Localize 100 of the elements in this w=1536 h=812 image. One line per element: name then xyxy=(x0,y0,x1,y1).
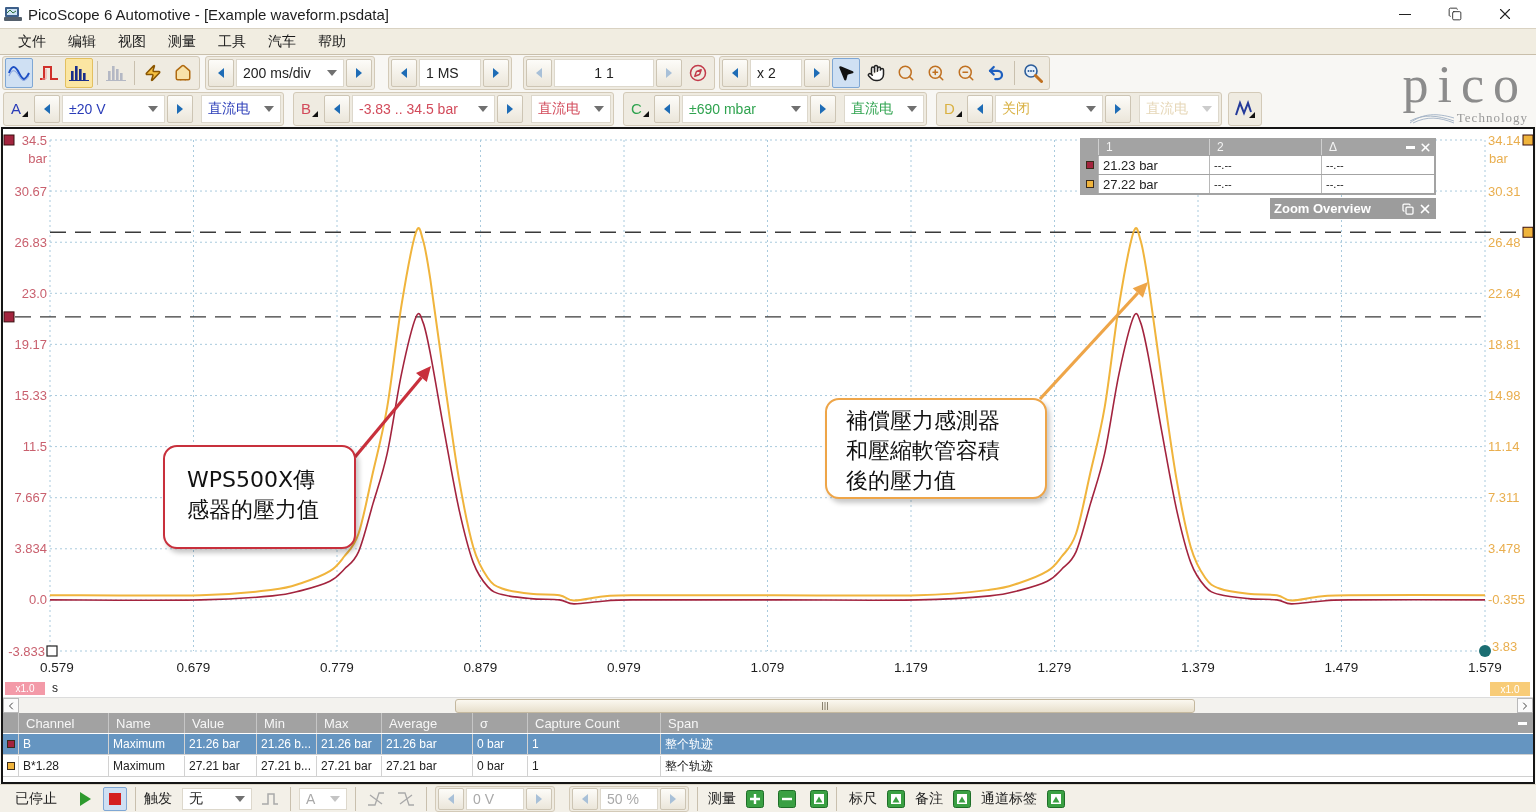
next-button[interactable] xyxy=(346,59,372,87)
axis-label: 0.779 xyxy=(320,660,354,675)
sine-wave-icon xyxy=(8,65,30,81)
close-icon xyxy=(1419,140,1432,154)
table-cell: 21.26 bar xyxy=(381,734,472,754)
trigger-marker-icon[interactable] xyxy=(46,645,58,657)
coupling-dropdown[interactable]: 直流电 xyxy=(201,95,281,123)
edit-button[interactable] xyxy=(810,789,828,808)
axis-label: 23.0 xyxy=(21,285,47,301)
panel-icon xyxy=(887,789,905,808)
previous-button[interactable] xyxy=(967,95,993,123)
restore-button[interactable] xyxy=(1402,202,1414,215)
table-cell: 27.21 bar xyxy=(184,756,256,776)
swoosh-lines-icon xyxy=(1408,112,1455,124)
offset-marker-icon[interactable] xyxy=(3,134,15,146)
buffer-field[interactable]: 1 1 xyxy=(554,59,654,87)
scrollbar-thumb[interactable] xyxy=(455,698,1195,713)
previous-button[interactable] xyxy=(34,95,60,123)
previous-button[interactable] xyxy=(654,95,680,123)
table-cell: 21.26 b... xyxy=(256,734,316,754)
view-mode-button[interactable] xyxy=(65,58,93,88)
column-header: Capture Count xyxy=(527,713,660,733)
next-button[interactable] xyxy=(167,95,193,123)
ruler-marker-icon[interactable] xyxy=(3,311,15,323)
left-triangle-icon xyxy=(448,793,454,804)
next-button[interactable] xyxy=(804,59,830,87)
stop-button[interactable] xyxy=(103,786,127,811)
compass-icon xyxy=(689,64,707,82)
axis-label: 19.17 xyxy=(14,336,47,352)
axis-label: 34.14 xyxy=(1488,132,1521,148)
menu-item[interactable]: 帮助 xyxy=(307,29,357,54)
minimize-button[interactable] xyxy=(1517,721,1527,725)
axis-label: 0.679 xyxy=(176,660,211,675)
remove-button[interactable] xyxy=(778,789,796,808)
range-dropdown[interactable]: ±20 V xyxy=(62,95,165,123)
zoom-in-icon xyxy=(927,64,945,82)
previous-button[interactable] xyxy=(722,59,748,87)
add-button[interactable] xyxy=(746,789,764,808)
callout-note: WPS500X傳感器的壓力值 xyxy=(163,445,356,549)
edit-button[interactable] xyxy=(1047,789,1065,808)
toolbar-label: 通道标签 xyxy=(981,789,1037,808)
axis-label: -3.833 xyxy=(8,643,45,659)
edit-button[interactable] xyxy=(953,789,971,808)
menu-item[interactable]: 视图 xyxy=(107,29,157,54)
axis-unit: bar xyxy=(28,151,47,166)
left-triangle-icon xyxy=(401,68,407,78)
panel-title: Zoom Overview xyxy=(1274,201,1372,216)
menu-item[interactable]: 文件 xyxy=(7,29,57,54)
dropdown-caret-icon xyxy=(1086,106,1096,112)
axis-label: 0.979 xyxy=(607,660,641,675)
range-dropdown[interactable]: -3.83 .. 34.5 bar xyxy=(352,95,495,123)
right-triangle-icon xyxy=(820,104,826,114)
menu-item[interactable]: 测量 xyxy=(157,29,207,54)
axis-label: 30.67 xyxy=(14,183,47,199)
logo-tagline: Technology xyxy=(1456,111,1528,125)
zigzag-icon xyxy=(1235,100,1255,118)
zoom-factor-label: x1.0 xyxy=(1490,682,1530,696)
table-cell: 21.23 bar xyxy=(1098,156,1209,174)
channel-button[interactable]: B xyxy=(296,95,322,123)
menu-item[interactable]: 编辑 xyxy=(57,29,107,54)
scroll-left-button[interactable] xyxy=(3,698,19,713)
view-mode-button[interactable] xyxy=(5,58,33,88)
menu-item[interactable]: 工具 xyxy=(207,29,257,54)
samples-field[interactable]: 1 MS xyxy=(419,59,481,87)
trigger-label: 触发 xyxy=(144,789,172,808)
toolbar-label: 测量 xyxy=(708,789,736,808)
tool-button[interactable] xyxy=(832,58,860,88)
logo-wordmark: pico xyxy=(1402,57,1528,113)
restore-icon xyxy=(1402,202,1414,215)
timebase-dropdown[interactable]: 200 ms/div xyxy=(236,59,344,87)
offset-marker-icon[interactable] xyxy=(1522,134,1533,146)
zoom-field[interactable]: x 2 xyxy=(750,59,802,87)
next-button[interactable] xyxy=(1105,95,1131,123)
axis-label: 3.83 xyxy=(1492,639,1518,654)
previous-button[interactable] xyxy=(391,59,417,87)
column-header: σ xyxy=(472,713,527,733)
table-cell: 0 bar xyxy=(472,756,527,776)
next-button[interactable] xyxy=(483,59,509,87)
axis-label: 11.5 xyxy=(22,439,47,455)
right-triangle-icon xyxy=(493,68,499,78)
axis-label: 1.479 xyxy=(1324,660,1359,675)
table-row[interactable]: B*1.28 Maximum 27.21 bar 27.21 b... 27.21 bar 27.21 bar 0 bar 1 整个轨迹 xyxy=(3,756,1533,777)
dot-icon[interactable] xyxy=(1479,645,1491,657)
previous-button[interactable] xyxy=(208,59,234,87)
right-triangle-icon xyxy=(356,68,362,78)
left-triangle-icon xyxy=(536,68,542,78)
next-button[interactable] xyxy=(497,95,523,123)
next-button[interactable] xyxy=(810,95,836,123)
right-triangle-icon xyxy=(177,104,183,114)
home-icon xyxy=(174,64,192,82)
coupling-dropdown[interactable]: 直流电 xyxy=(531,95,611,123)
previous-button[interactable] xyxy=(324,95,350,123)
dropdown-caret-icon xyxy=(594,106,604,112)
channel-button[interactable]: A xyxy=(6,95,32,123)
menu-item[interactable]: 汽车 xyxy=(257,29,307,54)
axis-label: 11.14 xyxy=(1488,439,1520,455)
scroll-right-button[interactable] xyxy=(1517,698,1533,713)
ruler-marker-icon[interactable] xyxy=(1522,226,1533,238)
edit-button[interactable] xyxy=(887,789,905,808)
axis-label: 7.311 xyxy=(1488,490,1520,506)
